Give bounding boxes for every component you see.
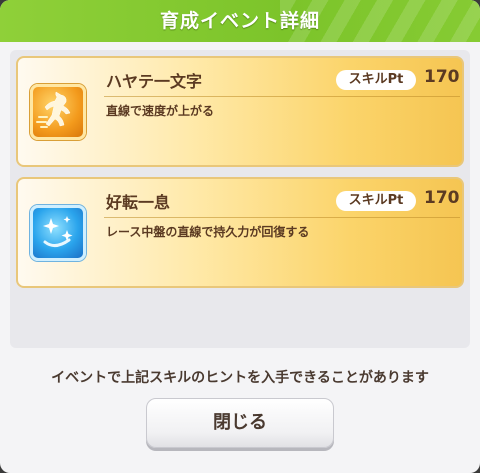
skill-description: レース中盤の直線で持久力が回復する [106, 225, 310, 239]
dialog-header: 育成イベント詳細 [0, 0, 480, 42]
stamina-recovery-icon [30, 205, 86, 261]
skill-pt-value: 170 [424, 67, 460, 87]
skill-name: ハヤテ一文字 [106, 72, 203, 91]
close-button[interactable]: 閉じる [146, 398, 334, 448]
skill-card-hayate[interactable]: ハヤテ一文字 スキルPt 170 直線で速度が上がる [16, 56, 464, 167]
card-divider [104, 96, 460, 97]
skill-list: ハヤテ一文字 スキルPt 170 直線で速度が上がる 好転一息 スキルPt 17… [10, 50, 470, 348]
card-divider [104, 217, 460, 218]
event-detail-dialog: 育成イベント詳細 ハヤテ一文字 スキルPt 170 直線で速度が上がる 好転一息… [0, 0, 480, 473]
speed-runner-icon [30, 84, 86, 140]
skill-card-koten[interactable]: 好転一息 スキルPt 170 レース中盤の直線で持久力が回復する [16, 177, 464, 288]
hint-note: イベントで上記スキルのヒントを入手できることがあります [51, 370, 429, 386]
skill-pt-badge: スキルPt [336, 70, 416, 90]
skill-pt-value: 170 [424, 188, 460, 208]
skill-pt-badge: スキルPt [336, 191, 416, 211]
skill-description: 直線で速度が上がる [106, 104, 215, 118]
dialog-title: 育成イベント詳細 [159, 10, 320, 32]
skill-name: 好転一息 [106, 193, 171, 212]
